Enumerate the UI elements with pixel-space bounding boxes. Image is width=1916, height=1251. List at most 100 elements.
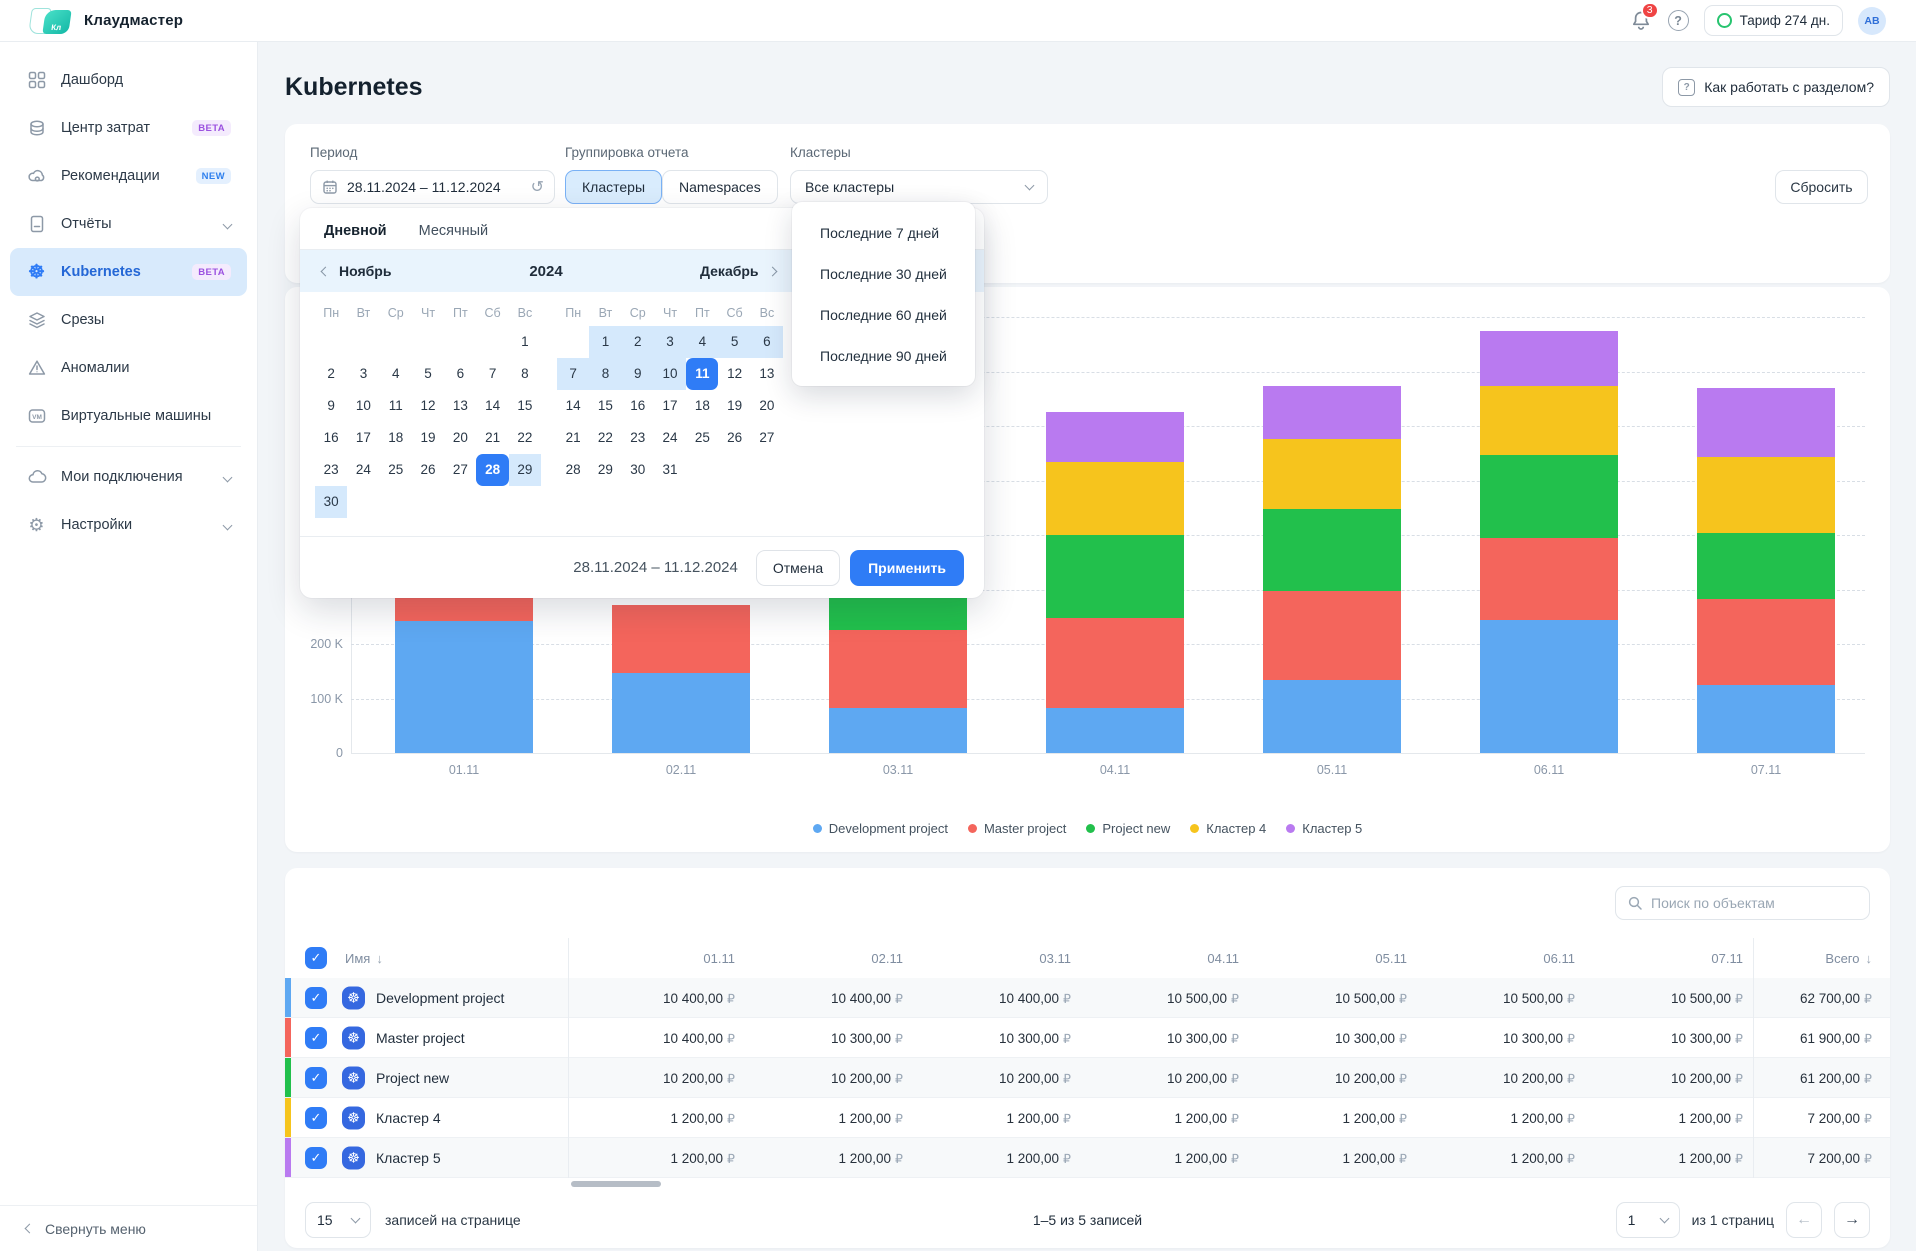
calendar-day-6[interactable]: 6 <box>444 358 476 390</box>
preset-последние-30-дней[interactable]: Последние 30 дней <box>792 253 975 294</box>
column-header-03.11[interactable]: 03.11 <box>913 938 1071 978</box>
calendar-day-29[interactable]: 29 <box>589 454 621 486</box>
sidebar-item-отчёты[interactable]: Отчёты <box>10 200 247 248</box>
table-row-development-project[interactable]: ✓☸Development project10 400,00₽10 400,00… <box>285 978 1890 1018</box>
calendar-day-5[interactable]: 5 <box>412 358 444 390</box>
calendar-day-14[interactable]: 14 <box>476 390 508 422</box>
sidebar-item-рекомендации[interactable]: РекомендацииNEW <box>10 152 247 200</box>
apply-button[interactable]: Применить <box>850 550 964 586</box>
calendar-day-24[interactable]: 24 <box>654 422 686 454</box>
calendar-day-22[interactable]: 22 <box>509 422 541 454</box>
datepicker-tab-дневной[interactable]: Дневной <box>324 223 387 252</box>
preset-последние-90-дней[interactable]: Последние 90 дней <box>792 335 975 376</box>
horizontal-scrollbar[interactable] <box>571 1181 661 1187</box>
calendar-day-5[interactable]: 5 <box>718 326 750 358</box>
calendar-day-11[interactable]: 11 <box>686 358 718 390</box>
calendar-day-18[interactable]: 18 <box>686 390 718 422</box>
calendar-day-4[interactable]: 4 <box>686 326 718 358</box>
refresh-icon[interactable]: ↺ <box>531 177 544 197</box>
calendar-day-28[interactable]: 28 <box>476 454 508 486</box>
calendar-day-25[interactable]: 25 <box>686 422 718 454</box>
calendar-day-8[interactable]: 8 <box>589 358 621 390</box>
help-circle-icon[interactable]: ? <box>1668 10 1689 31</box>
collapse-menu-button[interactable]: Свернуть меню <box>0 1205 257 1251</box>
calendar-day-9[interactable]: 9 <box>622 358 654 390</box>
calendar-day-13[interactable]: 13 <box>444 390 476 422</box>
sidebar-item-срезы[interactable]: Срезы <box>10 296 247 344</box>
app-logo[interactable]: Кл Клаудмастер <box>30 8 183 34</box>
calendar-day-19[interactable]: 19 <box>412 422 444 454</box>
sidebar-item-центр-затрат[interactable]: Центр затратBETA <box>10 104 247 152</box>
calendar-day-31[interactable]: 31 <box>654 454 686 486</box>
table-row-master-project[interactable]: ✓☸Master project10 400,00₽10 300,00₽10 3… <box>285 1018 1890 1058</box>
total-column-header[interactable]: Всего↓ <box>1753 938 1872 978</box>
calendar-day-25[interactable]: 25 <box>380 454 412 486</box>
table-row-project-new[interactable]: ✓☸Project new10 200,00₽10 200,00₽10 200,… <box>285 1058 1890 1098</box>
sidebar-item-kubernetes[interactable]: ☸KubernetesBETA <box>10 248 247 296</box>
section-help-button[interactable]: ? Как работать с разделом? <box>1662 67 1890 107</box>
preset-последние-60-дней[interactable]: Последние 60 дней <box>792 294 975 335</box>
calendar-day-21[interactable]: 21 <box>557 422 589 454</box>
sidebar-item-дашборд[interactable]: Дашборд <box>10 56 247 104</box>
calendar-day-26[interactable]: 26 <box>718 422 750 454</box>
column-header-07.11[interactable]: 07.11 <box>1585 938 1743 978</box>
calendar-day-8[interactable]: 8 <box>509 358 541 390</box>
row-checkbox[interactable]: ✓ <box>305 1027 327 1049</box>
calendar-day-27[interactable]: 27 <box>444 454 476 486</box>
column-header-04.11[interactable]: 04.11 <box>1081 938 1239 978</box>
cancel-button[interactable]: Отмена <box>756 550 840 586</box>
calendar-day-14[interactable]: 14 <box>557 390 589 422</box>
calendar-day-23[interactable]: 23 <box>622 422 654 454</box>
column-header-06.11[interactable]: 06.11 <box>1417 938 1575 978</box>
stacked-bar-07.11[interactable] <box>1697 388 1835 753</box>
prev-page-button[interactable]: ← <box>1786 1202 1822 1238</box>
reset-filters-button[interactable]: Сбросить <box>1775 170 1868 204</box>
calendar-day-22[interactable]: 22 <box>589 422 621 454</box>
row-checkbox[interactable]: ✓ <box>305 1107 327 1129</box>
datepicker-tab-месячный[interactable]: Месячный <box>419 223 489 252</box>
calendar-day-3[interactable]: 3 <box>654 326 686 358</box>
next-page-button[interactable]: → <box>1834 1202 1870 1238</box>
grouping-option-namespaces[interactable]: Namespaces <box>662 170 778 204</box>
clusters-select[interactable]: Все кластеры <box>790 170 1048 204</box>
stacked-bar-03.11[interactable] <box>829 595 967 753</box>
stacked-bar-02.11[interactable] <box>612 605 750 753</box>
search-input[interactable]: Поиск по объектам <box>1615 886 1870 920</box>
select-all-checkbox[interactable]: ✓ <box>305 947 327 969</box>
grouping-option-кластеры[interactable]: Кластеры <box>565 170 662 204</box>
calendar-day-16[interactable]: 16 <box>622 390 654 422</box>
calendar-day-24[interactable]: 24 <box>347 454 379 486</box>
calendar-day-10[interactable]: 10 <box>654 358 686 390</box>
calendar-day-12[interactable]: 12 <box>412 390 444 422</box>
calendar-day-28[interactable]: 28 <box>557 454 589 486</box>
column-header-02.11[interactable]: 02.11 <box>745 938 903 978</box>
calendar-day-7[interactable]: 7 <box>557 358 589 390</box>
calendar-day-2[interactable]: 2 <box>315 358 347 390</box>
calendar-day-15[interactable]: 15 <box>589 390 621 422</box>
calendar-day-17[interactable]: 17 <box>654 390 686 422</box>
table-row-кластер-5[interactable]: ✓☸Кластер 51 200,00₽1 200,00₽1 200,00₽1 … <box>285 1138 1890 1178</box>
calendar-day-11[interactable]: 11 <box>380 390 412 422</box>
calendar-day-15[interactable]: 15 <box>509 390 541 422</box>
calendar-day-29[interactable]: 29 <box>509 454 541 486</box>
calendar-day-1[interactable]: 1 <box>589 326 621 358</box>
row-checkbox[interactable]: ✓ <box>305 987 327 1009</box>
calendar-day-20[interactable]: 20 <box>444 422 476 454</box>
calendar-day-20[interactable]: 20 <box>751 390 783 422</box>
calendar-day-19[interactable]: 19 <box>718 390 750 422</box>
preset-последние-7-дней[interactable]: Последние 7 дней <box>792 212 975 253</box>
calendar-day-27[interactable]: 27 <box>751 422 783 454</box>
sidebar-item-мои-подключения[interactable]: Мои подключения <box>10 453 247 501</box>
stacked-bar-05.11[interactable] <box>1263 386 1401 753</box>
calendar-day-12[interactable]: 12 <box>718 358 750 390</box>
calendar-day-13[interactable]: 13 <box>751 358 783 390</box>
calendar-day-10[interactable]: 10 <box>347 390 379 422</box>
period-date-input[interactable]: 28.11.2024 – 11.12.2024 ↺ <box>310 170 555 204</box>
sidebar-item-виртуальные-машины[interactable]: VMВиртуальные машины <box>10 392 247 440</box>
calendar-day-17[interactable]: 17 <box>347 422 379 454</box>
column-header-01.11[interactable]: 01.11 <box>568 938 735 978</box>
calendar-day-18[interactable]: 18 <box>380 422 412 454</box>
calendar-day-16[interactable]: 16 <box>315 422 347 454</box>
calendar-day-3[interactable]: 3 <box>347 358 379 390</box>
stacked-bar-06.11[interactable] <box>1480 331 1618 753</box>
